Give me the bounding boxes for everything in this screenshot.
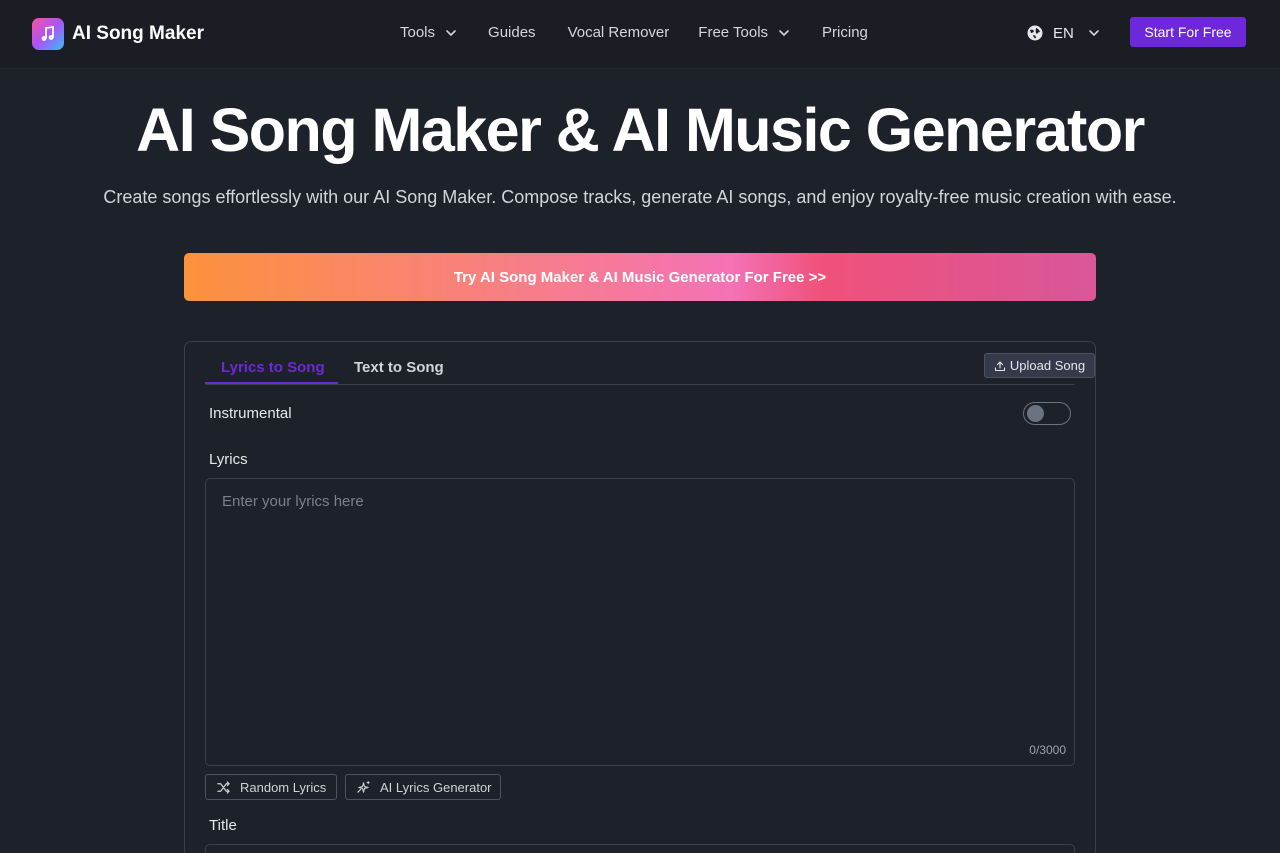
tab-lyrics-to-song[interactable]: Lyrics to Song	[221, 359, 325, 376]
upload-icon	[994, 360, 1005, 371]
language-selector[interactable]: EN	[1026, 24, 1100, 42]
tab-text-to-song[interactable]: Text to Song	[354, 359, 444, 376]
globe-icon	[1027, 25, 1043, 41]
toggle-knob	[1027, 405, 1044, 422]
lyrics-input[interactable]	[206, 479, 1074, 765]
instrumental-label: Instrumental	[209, 405, 292, 422]
nav-item-tools[interactable]: Tools	[400, 24, 457, 41]
chevron-down-icon	[1089, 30, 1099, 37]
start-for-free-button[interactable]: Start For Free	[1130, 17, 1246, 47]
nav-item-label: Tools	[400, 24, 436, 41]
lyrics-label: Lyrics	[209, 451, 248, 468]
nav-item-free-tools[interactable]: Free Tools	[698, 24, 790, 41]
ai-lyrics-generator-label: AI Lyrics Generator	[380, 779, 492, 795]
nav-item-guides[interactable]: Guides	[488, 24, 536, 41]
top-navigation-bar: AI Song Maker Tools Guides Vocal Remover…	[0, 0, 1280, 68]
main-nav: Tools Guides Vocal Remover Free Tools Pr…	[400, 24, 868, 41]
music-note-icon	[32, 18, 64, 50]
try-free-cta-button[interactable]: Try AI Song Maker & AI Music Generator F…	[184, 253, 1096, 301]
random-lyrics-button[interactable]: Random Lyrics	[205, 774, 337, 800]
title-label: Title	[209, 817, 237, 834]
nav-item-label: Guides	[488, 24, 536, 41]
sparkles-icon	[357, 780, 370, 793]
lyrics-char-counter: 0/3000	[1029, 743, 1066, 757]
mode-tabs: Lyrics to Song Text to Song Upload Song	[205, 342, 1095, 385]
title-input[interactable]	[205, 844, 1075, 853]
instrumental-toggle[interactable]	[1023, 402, 1071, 425]
language-label: EN	[1053, 24, 1074, 42]
page-title: AI Song Maker & AI Music Generator	[136, 96, 1145, 164]
ai-lyrics-generator-button[interactable]: AI Lyrics Generator	[345, 774, 501, 800]
nav-item-label: Free Tools	[698, 24, 769, 41]
page-subtitle: Create songs effortlessly with our AI So…	[103, 187, 1177, 207]
lyrics-field-wrapper: 0/3000	[205, 478, 1075, 766]
nav-item-vocal-remover[interactable]: Vocal Remover	[568, 24, 670, 41]
nav-item-pricing[interactable]: Pricing	[822, 24, 868, 41]
upload-song-label: Upload Song	[1009, 358, 1086, 373]
brand[interactable]: AI Song Maker	[32, 18, 204, 50]
shuffle-icon	[217, 780, 230, 794]
upload-song-button[interactable]: Upload Song	[984, 353, 1095, 378]
nav-item-label: Vocal Remover	[567, 24, 670, 41]
chevron-down-icon	[446, 29, 456, 36]
chevron-down-icon	[779, 29, 789, 36]
nav-item-label: Pricing	[822, 24, 868, 41]
random-lyrics-label: Random Lyrics	[240, 779, 327, 795]
brand-name: AI Song Maker	[72, 23, 204, 44]
song-generator-card: Lyrics to Song Text to Song Upload Song …	[184, 341, 1096, 853]
active-tab-indicator	[205, 382, 338, 384]
